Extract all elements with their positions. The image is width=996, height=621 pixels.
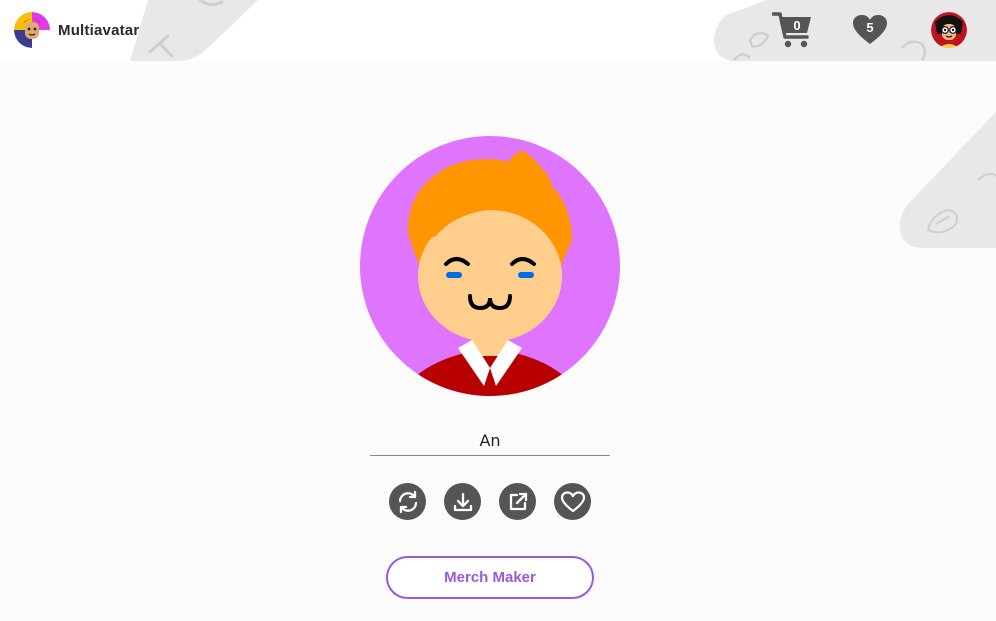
favorites-count: 5 bbox=[866, 20, 874, 35]
brand-link[interactable]: Multiavatar bbox=[14, 12, 139, 48]
refresh-icon bbox=[398, 490, 417, 513]
avatar-image bbox=[360, 136, 620, 396]
favorites-button[interactable]: 5 bbox=[852, 14, 888, 46]
multiavatar-logo-icon bbox=[14, 12, 50, 48]
user-avatar[interactable] bbox=[931, 12, 967, 48]
download-button[interactable] bbox=[444, 483, 481, 520]
merch-maker-button[interactable]: Merch Maker bbox=[386, 556, 594, 599]
download-icon bbox=[453, 492, 472, 511]
avatar-name-input[interactable] bbox=[370, 426, 610, 456]
open-external-icon bbox=[509, 492, 527, 510]
cart-count: 0 bbox=[793, 18, 801, 33]
header-left-decoration bbox=[130, 0, 258, 61]
open-external-button[interactable] bbox=[499, 483, 536, 520]
header: Multiavatar 0 5 bbox=[0, 0, 996, 61]
avatar-actions bbox=[389, 483, 591, 520]
refresh-button[interactable] bbox=[389, 483, 426, 520]
cart-button[interactable]: 0 bbox=[772, 10, 814, 50]
heart-icon bbox=[560, 490, 585, 512]
side-decoration bbox=[900, 112, 996, 248]
brand-name: Multiavatar bbox=[58, 21, 140, 39]
favorite-button[interactable] bbox=[554, 483, 591, 520]
